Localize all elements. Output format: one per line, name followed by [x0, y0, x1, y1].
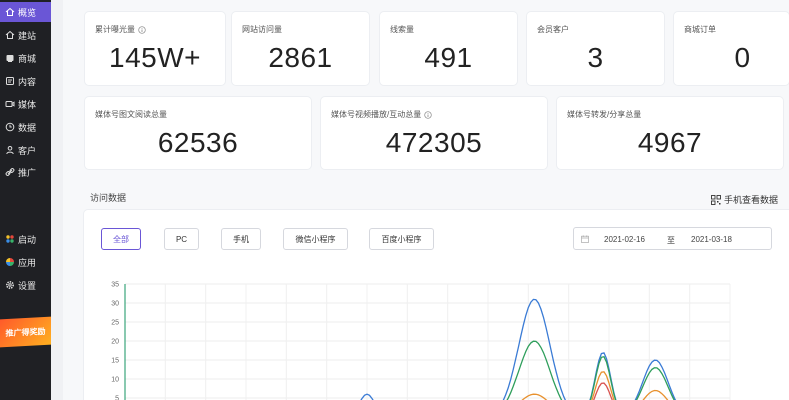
stat-card-leads: 线索量 491 — [380, 12, 517, 85]
y-tick-label: 10 — [111, 377, 119, 384]
mobile-view-link[interactable]: 手机查看数据 — [711, 193, 778, 206]
filter-mobile-button[interactable]: 手机 — [221, 228, 261, 250]
calendar-icon — [581, 235, 589, 243]
mobile-view-label: 手机查看数据 — [724, 195, 779, 205]
stat-card-shares: 媒体号转发/分享总量 4967 — [557, 97, 783, 169]
stat-value: 4967 — [637, 127, 703, 158]
y-tick-label: 35 — [111, 282, 119, 289]
stat-value: 62536 — [157, 127, 239, 158]
stat-value: 0 — [734, 42, 751, 73]
stat-label: 累计曝光量 — [95, 25, 135, 34]
stat-value: 491 — [424, 42, 473, 73]
y-axis-ticks: 35 30 25 20 15 10 5 — [111, 282, 119, 400]
info-icon[interactable] — [138, 25, 146, 34]
filter-all-button[interactable]: 全部 — [101, 228, 141, 250]
stat-label: 网站访问量 — [242, 25, 282, 34]
sidebar-item-content[interactable]: 内容 — [0, 71, 51, 91]
filter-baidu-miniapp-button[interactable]: 百度小程序 — [369, 228, 434, 250]
home-icon — [5, 30, 15, 40]
sidebar-item-label: 应用 — [18, 257, 37, 268]
qr-code-icon — [711, 194, 721, 205]
date-start[interactable]: 2021-02-16 — [604, 235, 645, 244]
sidebar-item-label: 商城 — [18, 53, 37, 64]
stat-card-orders: 商城订单 0 — [674, 12, 789, 85]
sidebar-item-customers[interactable]: 客户 — [0, 140, 51, 160]
link-icon — [5, 167, 15, 177]
sidebar-item-label: 数据 — [18, 122, 37, 133]
stat-card-exposure: 累计曝光量 145W+ — [85, 12, 225, 85]
content-icon — [5, 76, 15, 86]
clock-icon — [5, 122, 15, 132]
sidebar-item-data[interactable]: 数据 — [0, 117, 51, 137]
sidebar-item-promotion[interactable]: 推广 — [0, 162, 51, 182]
filter-wechat-miniapp-button[interactable]: 微信小程序 — [283, 228, 348, 250]
stat-label: 线索量 — [390, 25, 414, 34]
y-tick-label: 15 — [111, 358, 119, 365]
stat-label: 媒体号视频播放/互动总量 — [331, 110, 422, 119]
date-range-picker[interactable]: 2021-02-16 至 2021-03-18 — [573, 227, 772, 250]
stat-label: 商城订单 — [684, 25, 716, 34]
stat-value: 3 — [587, 42, 604, 73]
sidebar-item-launch[interactable]: 启动 — [0, 229, 51, 249]
promo-banner[interactable]: 推广得奖励 — [0, 316, 51, 348]
sidebar-item-settings[interactable]: 设置 — [0, 275, 51, 295]
y-tick-label: 20 — [111, 339, 119, 346]
series-line-0 — [360, 298, 677, 400]
stat-label: 会员客户 — [537, 25, 569, 34]
stat-card-site-visits: 网站访问量 2861 — [232, 12, 369, 85]
sidebar-item-overview[interactable]: 概览 — [0, 2, 51, 22]
stat-card-article-reads: 媒体号图文阅读总量 62536 — [85, 97, 311, 169]
sidebar-item-label: 启动 — [18, 234, 37, 245]
sidebar-item-label: 推广 — [18, 167, 37, 178]
visits-line-chart: 35 30 25 20 15 10 5 — [111, 282, 731, 400]
date-end[interactable]: 2021-03-18 — [691, 235, 732, 244]
sidebar-item-label: 概览 — [18, 7, 37, 18]
sidebar-item-label: 客户 — [18, 145, 37, 156]
section-title-visits: 访问数据 — [90, 193, 127, 203]
sidebar-item-media[interactable]: 媒体 — [0, 94, 51, 114]
apps-icon — [5, 257, 15, 267]
y-tick-label: 30 — [111, 301, 119, 308]
sidebar-item-apps[interactable]: 应用 — [0, 252, 51, 272]
video-icon — [5, 99, 15, 109]
stat-value: 472305 — [385, 127, 483, 158]
gear-icon — [5, 280, 15, 290]
sidebar-item-mall[interactable]: 商城 — [0, 48, 51, 68]
sidebar-item-label: 建站 — [18, 30, 37, 41]
sidebar-item-site[interactable]: 建站 — [0, 25, 51, 45]
stat-value: 145W+ — [109, 42, 201, 73]
stat-card-members: 会员客户 3 — [527, 12, 664, 85]
home-icon — [5, 7, 15, 17]
user-icon — [5, 145, 15, 155]
date-separator: 至 — [667, 236, 675, 245]
stat-label: 媒体号图文阅读总量 — [95, 110, 167, 119]
store-icon — [5, 53, 15, 63]
sidebar-item-label: 媒体 — [18, 99, 37, 110]
stat-value: 2861 — [268, 42, 333, 73]
promo-text: 推广得奖励 — [5, 326, 46, 338]
launch-icon — [5, 234, 15, 244]
filter-pc-button[interactable]: PC — [164, 228, 199, 250]
sidebar: 概览 建站 商城 内容 媒体 数据 客户 推广 启动 应用 设置 推广得奖励 — [0, 0, 51, 400]
sidebar-item-label: 内容 — [18, 76, 37, 87]
chart-grid — [124, 283, 731, 400]
sidebar-item-label: 设置 — [18, 280, 37, 291]
y-tick-label: 5 — [115, 396, 119, 400]
y-tick-label: 25 — [111, 320, 119, 327]
info-icon[interactable] — [424, 110, 432, 119]
chart-series — [360, 298, 677, 400]
stat-label: 媒体号转发/分享总量 — [567, 110, 642, 119]
stat-card-video-plays: 媒体号视频播放/互动总量 472305 — [321, 97, 547, 169]
